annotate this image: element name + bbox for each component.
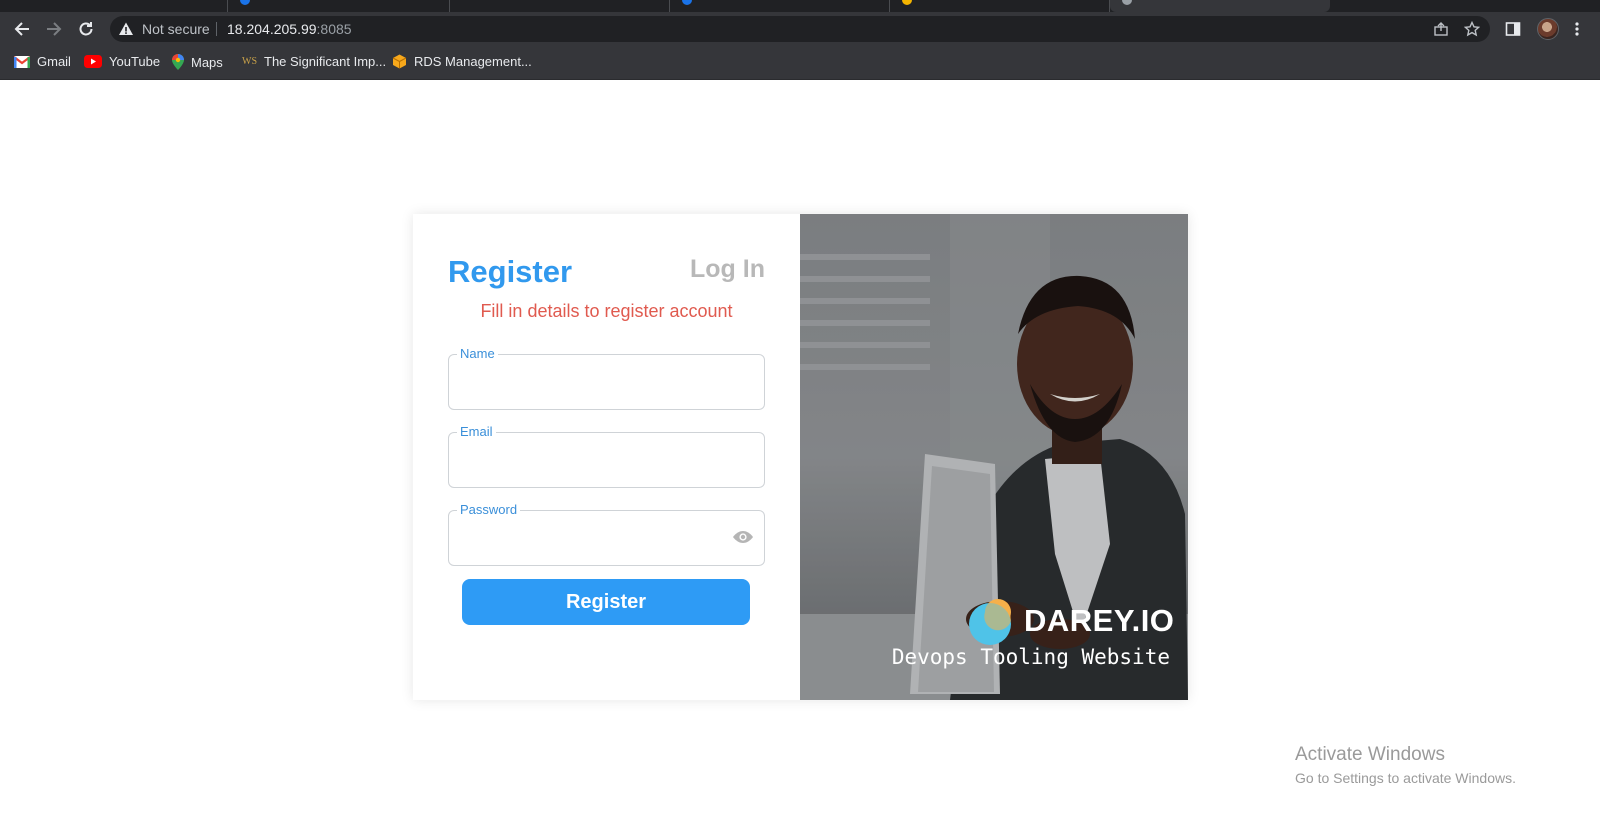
password-label: Password [457,502,521,517]
maps-icon [172,54,184,70]
darey-brand: DAREY.IO [968,596,1174,646]
name-input[interactable] [459,369,719,395]
email-field[interactable]: Email [448,424,765,488]
register-card: Register Log In Fill in details to regis… [413,214,1188,700]
youtube-icon [84,55,102,68]
windows-activation-notice: Activate Windows Go to Settings to activ… [1295,744,1516,786]
reload-icon [79,22,93,36]
browser-tab[interactable] [0,0,228,12]
darey-logo-icon [969,599,1012,645]
browser-tab-active[interactable] [1110,0,1330,12]
tab-login[interactable]: Log In [690,255,765,284]
show-password-eye-icon[interactable] [732,530,754,549]
browser-tab[interactable] [670,0,890,12]
name-label: Name [457,346,498,361]
share-icon[interactable] [1432,20,1450,38]
warning-icon [118,21,134,42]
tab-favicon-icon [1122,0,1132,5]
promo-photo: DAREY.IO Devops Tooling Website [800,214,1188,700]
omnibox-divider [216,22,217,36]
browser-menu-icon[interactable] [1574,21,1580,42]
forward-button[interactable] [41,17,67,41]
url-port: :8085 [316,21,352,37]
address-bar[interactable]: Not secure 18.204.205.99:8085 [110,16,1490,42]
browser-tab-strip [0,0,1600,12]
gmail-icon [14,55,30,68]
email-label: Email [457,424,496,439]
profile-avatar[interactable] [1537,18,1559,40]
aws-icon [392,54,407,69]
bookmark-label: Gmail [37,54,71,69]
tab-favicon-icon [902,0,912,5]
password-input[interactable] [459,525,719,551]
activation-title: Activate Windows [1295,744,1445,765]
tab-favicon-icon [240,0,250,5]
email-input[interactable] [459,447,719,473]
tab-register[interactable]: Register [448,254,572,290]
back-arrow-icon [14,22,29,36]
bookmarks-bar: Gmail YouTube Maps WS The Significant Im… [0,46,1600,80]
register-button[interactable]: Register [462,579,750,625]
tab-favicon-icon [682,0,692,5]
activation-subtitle: Go to Settings to activate Windows. [1295,770,1516,786]
password-field[interactable]: Password [448,502,765,566]
forward-arrow-icon [47,22,62,36]
register-form: Register Log In Fill in details to regis… [413,214,800,700]
bookmark-significant[interactable]: WS The Significant Imp... [242,54,386,69]
page-content: Register Log In Fill in details to regis… [0,80,1600,813]
browser-tab[interactable] [228,0,450,12]
browser-tab[interactable] [450,0,670,12]
side-panel-icon[interactable] [1505,21,1521,42]
bookmark-youtube[interactable]: YouTube [84,54,160,69]
url-text[interactable]: 18.204.205.99:8085 [227,21,352,37]
security-status[interactable]: Not secure [142,21,210,37]
bookmark-label: RDS Management... [414,54,532,69]
browser-tab[interactable] [890,0,1110,12]
form-subtitle: Fill in details to register account [480,301,733,321]
bookmark-label: Maps [191,54,223,70]
ws-icon: WS [242,56,257,67]
bookmark-star-icon[interactable] [1463,20,1481,38]
browser-toolbar: Not secure 18.204.205.99:8085 [0,12,1600,46]
bookmark-rds[interactable]: RDS Management... [392,54,532,69]
brand-name: DAREY.IO [1024,603,1175,638]
bookmark-label: YouTube [109,54,161,69]
name-field[interactable]: Name [448,346,765,410]
bookmark-maps[interactable]: Maps [172,54,223,70]
url-host: 18.204.205.99 [227,21,317,37]
promo-tagline: Devops Tooling Website [891,645,1170,669]
reload-button[interactable] [73,17,99,41]
bookmark-gmail[interactable]: Gmail [14,54,71,69]
bookmark-label: The Significant Imp... [264,54,387,69]
back-button[interactable] [9,17,35,41]
